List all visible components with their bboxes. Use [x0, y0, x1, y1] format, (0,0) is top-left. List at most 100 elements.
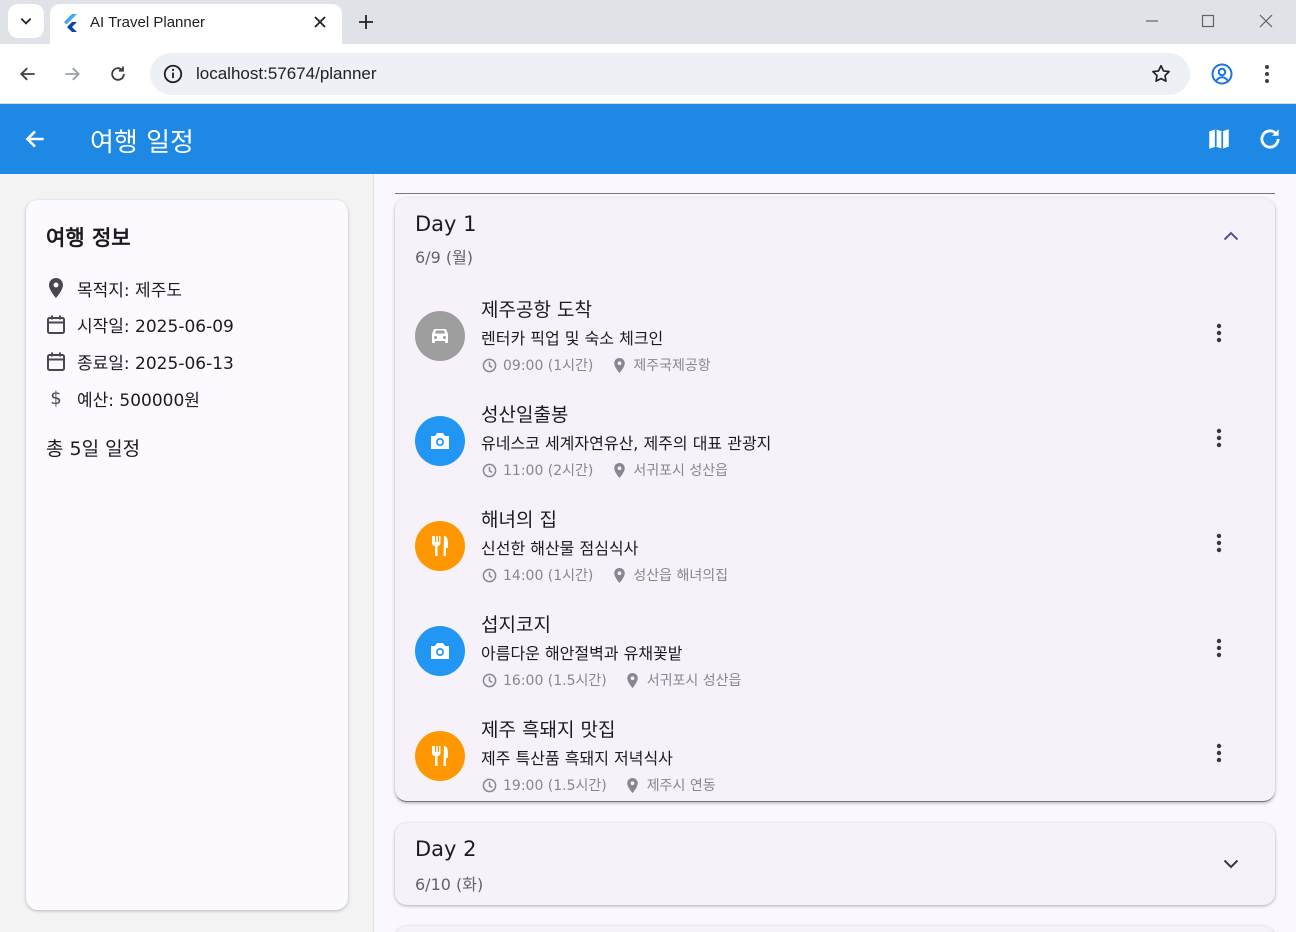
activity-description: 제주 특산품 흑돼지 저녁식사: [481, 749, 673, 768]
car-icon: [432, 329, 448, 343]
total-days-text: 총 5일 일정: [46, 438, 141, 460]
url-text[interactable]: localhost:57674/planner: [196, 64, 377, 84]
clock-icon: [481, 567, 497, 583]
activity-meta: 09:00 (1시간) 제주국제공항: [481, 355, 711, 375]
activity-time: 11:00 (2시간): [503, 463, 594, 479]
expand-chevron-icon[interactable]: [1219, 852, 1243, 876]
restaurant-icon: [432, 536, 448, 556]
chevron-down-icon: [20, 18, 32, 25]
activity-description: 렌터카 픽업 및 숙소 체크인: [481, 329, 664, 348]
activity-location: 제주국제공항: [633, 358, 711, 374]
activity-name: 제주공항 도착: [481, 299, 592, 321]
restaurant-icon: [432, 746, 448, 766]
activity-avatar: [415, 416, 465, 466]
activity-name: 해녀의 집: [481, 509, 557, 531]
day-title[interactable]: Day 1: [415, 212, 477, 236]
forward-icon[interactable]: [58, 60, 86, 88]
activity-description: 신선한 해산물 점심식사: [481, 539, 639, 558]
map-icon[interactable]: [1206, 126, 1232, 152]
location-pin-icon: [611, 567, 627, 583]
end-date-row: 종료일: 2025-06-13: [46, 349, 234, 374]
close-tab-icon[interactable]: [310, 12, 330, 32]
more-options-icon[interactable]: [1207, 741, 1231, 765]
activity-meta: 11:00 (2시간) 서귀포시 성산읍: [481, 460, 728, 480]
maximize-icon[interactable]: [1196, 10, 1220, 32]
more-options-icon[interactable]: [1207, 636, 1231, 660]
location-pin-icon: [625, 672, 641, 688]
location-pin-icon: [46, 278, 66, 298]
bookmark-star-icon[interactable]: [1150, 63, 1172, 85]
day-date: 6/10 (화): [415, 875, 484, 894]
more-options-icon[interactable]: [1207, 531, 1231, 555]
activity-name: 제주 흑돼지 맛집: [481, 719, 616, 741]
refresh-icon[interactable]: [1257, 126, 1283, 152]
collapse-chevron-icon[interactable]: [1219, 224, 1243, 248]
destination-text: 목적지: 제주도: [77, 280, 182, 301]
activity-location: 서귀포시 성산읍: [633, 463, 729, 479]
day-card-2[interactable]: Day 2 6/10 (화): [395, 823, 1275, 905]
activity-item[interactable]: 성산일출봉 유네스코 세계자연유산, 제주의 대표 관광지 11:00 (2시간…: [395, 404, 1275, 508]
new-tab-icon[interactable]: [354, 10, 378, 34]
activity-description: 아름다운 해안절벽과 유채꽃밭: [481, 644, 683, 663]
profile-icon[interactable]: [1208, 60, 1236, 88]
back-icon[interactable]: [14, 60, 42, 88]
activity-item[interactable]: 섭지코지 아름다운 해안절벽과 유채꽃밭 16:00 (1.5시간) 서귀포시 …: [395, 614, 1275, 718]
activity-location: 서귀포시 성산읍: [646, 673, 742, 689]
dollar-icon: $: [50, 387, 62, 409]
activity-meta: 16:00 (1.5시간) 서귀포시 성산읍: [481, 670, 741, 690]
trip-info-title: 여행 정보: [46, 226, 131, 250]
clock-icon: [481, 462, 497, 478]
activity-avatar: [415, 521, 465, 571]
more-options-icon[interactable]: [1207, 426, 1231, 450]
day-title[interactable]: Day 2: [415, 837, 477, 861]
activity-time: 09:00 (1시간): [503, 358, 594, 374]
budget-text: 예산: 500000원: [77, 390, 200, 411]
app-bar: 여행 일정: [0, 104, 1296, 174]
tab-title: AI Travel Planner: [90, 14, 206, 31]
reload-icon[interactable]: [104, 60, 132, 88]
activity-item[interactable]: 제주 흑돼지 맛집 제주 특산품 흑돼지 저녁식사 19:00 (1.5시간) …: [395, 719, 1275, 823]
start-date-row: 시작일: 2025-06-09: [46, 312, 234, 337]
page-title: 여행 일정: [90, 128, 194, 158]
activity-name: 성산일출봉: [481, 404, 569, 426]
day-date: 6/9 (월): [415, 248, 474, 267]
start-date-text: 시작일: 2025-06-09: [77, 316, 234, 337]
clock-icon: [481, 777, 497, 793]
camera-icon: [431, 643, 449, 659]
more-options-icon[interactable]: [1207, 321, 1231, 345]
activity-description: 유네스코 세계자연유산, 제주의 대표 관광지: [481, 434, 772, 453]
clock-icon: [481, 357, 497, 373]
address-bar[interactable]: localhost:57674/planner: [150, 53, 1190, 95]
activity-time: 19:00 (1.5시간): [503, 778, 607, 794]
day-card-3[interactable]: [395, 926, 1275, 932]
activity-avatar: [415, 311, 465, 361]
location-pin-icon: [611, 357, 627, 373]
camera-icon: [431, 433, 449, 449]
activity-name: 섭지코지: [481, 614, 551, 636]
activity-time: 16:00 (1.5시간): [503, 673, 607, 689]
clock-icon: [481, 672, 497, 688]
end-date-text: 종료일: 2025-06-13: [77, 353, 234, 374]
minimize-icon[interactable]: [1140, 10, 1164, 32]
activity-meta: 19:00 (1.5시간) 제주시 연동: [481, 775, 716, 795]
destination-row: 목적지: 제주도: [46, 276, 182, 301]
tab-search-button[interactable]: [8, 4, 44, 38]
activity-item[interactable]: 제주공항 도착 렌터카 픽업 및 숙소 체크인 09:00 (1시간) 제주국제…: [395, 299, 1275, 403]
back-arrow-icon[interactable]: [22, 126, 48, 152]
close-window-icon[interactable]: [1254, 10, 1278, 32]
activity-meta: 14:00 (1시간) 성산읍 해녀의집: [481, 565, 728, 585]
browser-menu-icon[interactable]: [1253, 60, 1281, 88]
activity-avatar: [415, 731, 465, 781]
calendar-icon: [46, 351, 66, 371]
itinerary-panel: Day 1 6/9 (월) 제주공항 도착 렌터카 픽업 및 숙소 체크인 09…: [375, 174, 1296, 932]
calendar-icon: [46, 314, 66, 334]
activity-location: 성산읍 해녀의집: [633, 568, 729, 584]
divider: [395, 193, 1275, 194]
trip-info-card: 여행 정보 목적지: 제주도 시작일: 2025-06-09 종료일: 2025…: [26, 200, 348, 910]
activity-item[interactable]: 해녀의 집 신선한 해산물 점심식사 14:00 (1시간) 성산읍 해녀의집: [395, 509, 1275, 613]
site-info-icon[interactable]: [162, 63, 184, 85]
browser-toolbar: localhost:57674/planner: [0, 44, 1296, 104]
location-pin-icon: [625, 777, 641, 793]
activity-time: 14:00 (1시간): [503, 568, 594, 584]
browser-tab[interactable]: AI Travel Planner: [50, 4, 342, 44]
